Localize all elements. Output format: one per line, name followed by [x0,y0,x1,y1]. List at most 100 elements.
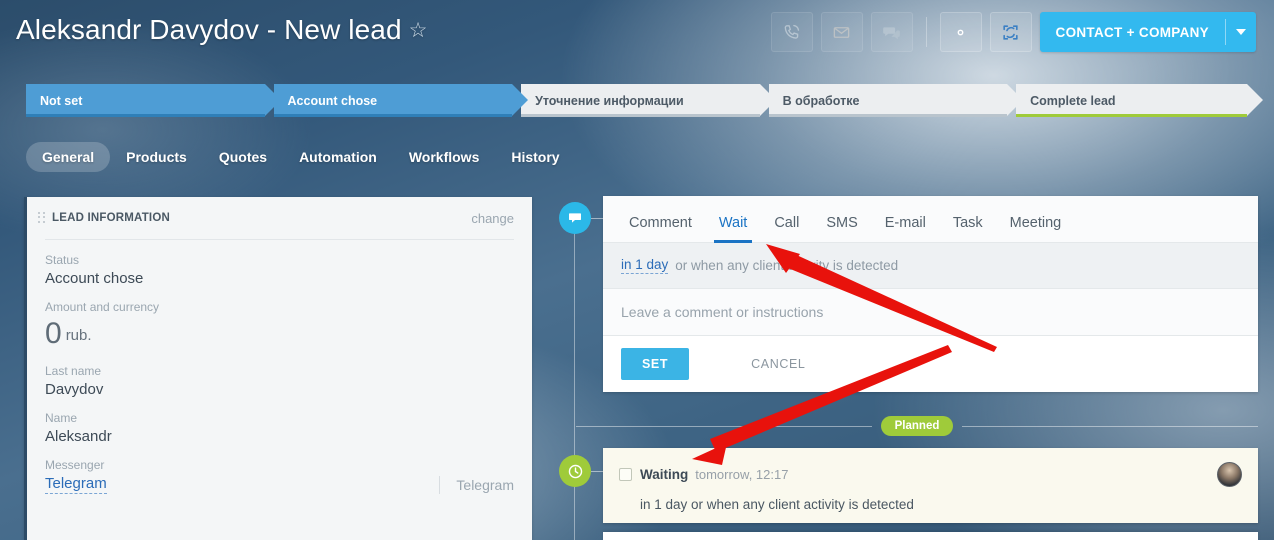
status-badge-planned: Planned [880,416,954,436]
waiting-activity-card[interactable]: Waiting tomorrow, 12:17 in 1 day or when… [603,448,1258,523]
timeline-node-waiting[interactable] [559,455,591,487]
sync-arrows-icon [1003,24,1018,40]
contact-company-label: CONTACT + COMPANY [1055,24,1209,40]
stage-label: Уточнение информации [535,93,684,108]
waiting-card-header: Waiting tomorrow, 12:17 [619,462,1242,487]
tab-general[interactable]: General [26,142,111,172]
sync-button[interactable] [989,12,1032,52]
header-actions: CONTACT + COMPANY [770,12,1256,52]
field-messenger: Messenger Telegram Telegram [45,458,514,494]
composer-actions: SET CANCEL [603,336,1258,392]
stage-underline [26,114,265,117]
tab-products[interactable]: Products [110,142,203,172]
stage-not-set[interactable]: Not set [26,84,281,117]
composer-tab-call[interactable]: Call [765,215,808,242]
composer-tab-email[interactable]: E-mail [876,215,935,242]
messenger-divider [439,475,441,494]
waiting-card-time: tomorrow, 12:17 [695,467,789,482]
composer-when-row: in 1 day or when any client activity is … [603,243,1258,289]
lead-panel-body: Status Account chose Amount and currency… [27,240,532,494]
lead-panel-title: LEAD INFORMATION [52,212,170,224]
stage-underline [768,114,1008,117]
field-value[interactable]: Aleksandr [45,428,514,445]
chevron-down-icon [1236,29,1246,35]
messenger-type: Telegram [439,475,514,494]
messenger-link[interactable]: Telegram [45,475,107,494]
user-avatar[interactable] [1217,462,1242,487]
field-label: Status [45,253,80,267]
field-label: Messenger [45,458,105,472]
stage-label: Account chose [287,93,378,108]
lead-panel-change-link[interactable]: change [471,211,514,226]
composer-comment-input[interactable]: Leave a comment or instructions [603,289,1258,336]
activity-composer: Comment Wait Call SMS E-mail Task Meetin… [603,196,1258,392]
composer-tab-comment[interactable]: Comment [620,215,701,242]
planned-rule-left [576,425,872,427]
field-amount: Amount and currency 0 rub. [45,300,514,351]
lead-panel-header: LEAD INFORMATION change [27,197,532,239]
drag-handle-icon[interactable] [38,211,45,225]
stage-complete-lead[interactable]: Complete lead [1016,84,1263,117]
set-button[interactable]: SET [621,348,690,380]
wait-duration-link[interactable]: in 1 day [621,257,669,274]
amount-number: 0 [45,317,62,350]
field-value[interactable]: Davydov [45,381,514,398]
main-tabs: General Products Quotes Automation Workf… [26,142,576,172]
planned-divider: Planned [576,416,1259,436]
email-button[interactable] [820,12,863,52]
contact-company-button[interactable]: CONTACT + COMPANY [1039,12,1256,52]
tab-quotes[interactable]: Quotes [203,142,283,172]
star-outline-icon[interactable]: ☆ [409,18,428,43]
stage-underline [1016,114,1247,117]
timeline-node-comment[interactable] [559,202,591,234]
stage-underline [273,114,513,117]
waiting-checkbox[interactable] [619,468,632,481]
amount-currency: rub. [65,327,92,344]
field-label: Amount and currency [45,300,160,314]
stage-v-obrabotke[interactable]: В обработке [768,84,1023,117]
timeline-spine [574,222,575,540]
call-button[interactable] [770,12,813,52]
field-status: Status Account chose [45,253,514,287]
planned-rule-right [962,425,1259,427]
stage-utochnenie[interactable]: Уточнение информации [521,84,776,117]
tab-automation[interactable]: Automation [283,142,393,172]
stage-label: Not set [40,93,83,108]
chat-bubble-icon [569,213,581,223]
field-label: Name [45,411,78,425]
field-value[interactable]: 0 rub. [45,317,514,351]
composer-tab-task[interactable]: Task [944,215,992,242]
field-value[interactable]: Account chose [45,270,514,287]
composer-placeholder: Leave a comment or instructions [621,304,824,320]
page-header: Aleksandr Davydov - New lead ☆ CONTACT +… [0,0,1274,68]
settings-button[interactable] [939,12,982,52]
stage-label: Complete lead [1030,93,1116,108]
stage-account-chose[interactable]: Account chose [273,84,528,117]
stage-pipeline: Not set Account chose Уточнение информац… [26,84,1263,117]
field-name: Name Aleksandr [45,411,514,445]
waiting-card-title: Waiting [640,467,689,482]
page-title: Aleksandr Davydov - New lead ☆ [16,14,428,46]
next-activity-card[interactable] [603,532,1258,540]
tab-history[interactable]: History [495,142,575,172]
wait-condition-text: or when any client activity is detected [675,258,899,273]
messenger-type-label: Telegram [456,476,514,493]
gear-icon [957,29,964,35]
field-label: Last name [45,364,102,378]
messenger-row: Telegram Telegram [45,475,514,494]
waiting-card-description: in 1 day or when any client activity is … [640,497,914,512]
lead-information-panel: LEAD INFORMATION change Status Account c… [24,197,532,540]
chat-button[interactable] [870,12,913,52]
page-title-text: Aleksandr Davydov - New lead [16,14,402,45]
tab-workflows[interactable]: Workflows [393,142,496,172]
composer-tab-meeting[interactable]: Meeting [1001,215,1071,242]
header-divider [925,17,927,47]
contact-company-dropdown[interactable] [1226,12,1256,52]
composer-tab-wait[interactable]: Wait [710,215,756,243]
stage-underline [521,114,760,117]
field-last-name: Last name Davydov [45,364,514,398]
clock-icon [568,464,582,478]
composer-tab-sms[interactable]: SMS [817,215,866,242]
cancel-button[interactable]: CANCEL [751,357,805,371]
composer-tabs: Comment Wait Call SMS E-mail Task Meetin… [603,196,1258,243]
